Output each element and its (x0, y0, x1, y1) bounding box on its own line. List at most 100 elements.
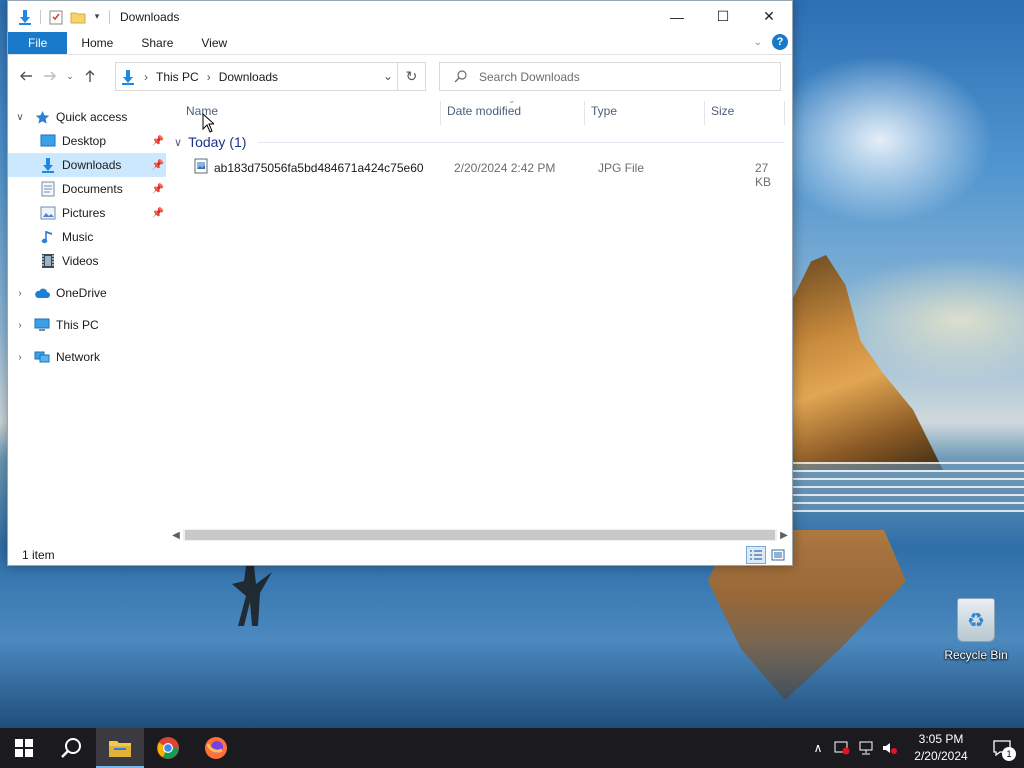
column-divider[interactable] (584, 101, 585, 125)
security-alert-icon[interactable] (830, 728, 854, 768)
properties-icon[interactable] (47, 8, 65, 26)
refresh-button[interactable]: ↻ (397, 63, 425, 90)
close-button[interactable]: ✕ (746, 1, 792, 32)
nav-item-label: Downloads (62, 158, 122, 172)
column-header-type[interactable]: Type (591, 97, 617, 125)
nav-item-pictures[interactable]: Pictures 📌 (8, 201, 166, 225)
search-button[interactable] (48, 728, 96, 768)
qat-dropdown-icon[interactable]: ▾ (91, 8, 103, 26)
search-icon (61, 738, 81, 758)
windows-logo-icon (15, 739, 33, 757)
downloads-arrow-icon (40, 157, 56, 173)
title-bar[interactable]: ▾ Downloads — ☐ ✕ (8, 1, 792, 32)
table-row[interactable]: ab183d75056fa5bd484671a424c75e60 2/20/20… (186, 157, 786, 189)
nav-item-documents[interactable]: Documents 📌 (8, 177, 166, 201)
nav-item-music[interactable]: Music (8, 225, 166, 249)
address-dropdown-icon[interactable]: ⌄ (383, 69, 393, 83)
taskbar-chrome[interactable] (144, 728, 192, 768)
nav-network[interactable]: › Network (8, 345, 166, 369)
nav-network-label: Network (56, 350, 101, 364)
tab-file[interactable]: File (8, 32, 68, 54)
show-hidden-icons-button[interactable]: ∧ (806, 728, 830, 768)
downloads-location-icon (122, 69, 134, 85)
address-bar[interactable]: › This PC › Downloads ⌄ ↻ (115, 62, 426, 91)
desktop-icon (40, 133, 56, 149)
expand-ribbon-icon[interactable]: ⌄ (754, 37, 762, 48)
nav-this-pc[interactable]: › This PC (8, 313, 166, 337)
large-icons-view-button[interactable] (768, 546, 788, 564)
nav-onedrive[interactable]: › OneDrive (8, 281, 166, 305)
breadcrumb-this-pc[interactable]: This PC (156, 70, 199, 84)
tab-home[interactable]: Home (67, 32, 127, 54)
forward-button[interactable] (38, 64, 62, 88)
tab-view[interactable]: View (187, 32, 241, 54)
nav-item-videos[interactable]: Videos (8, 249, 166, 273)
nav-item-desktop[interactable]: Desktop 📌 (8, 129, 166, 153)
documents-icon (40, 181, 56, 197)
recycle-bin-shortcut[interactable]: ♻ Recycle Bin (940, 598, 1012, 662)
tab-share[interactable]: Share (127, 32, 187, 54)
start-button[interactable] (0, 728, 48, 768)
pin-icon[interactable]: 📌 (152, 136, 164, 147)
taskbar-firefox[interactable] (192, 728, 240, 768)
wallpaper-surf (793, 462, 1024, 512)
expand-chevron-icon[interactable]: › (14, 320, 26, 331)
nav-quick-access[interactable]: ∨ Quick access (8, 105, 166, 129)
horizontal-scrollbar[interactable]: ◀ ▶ (169, 527, 791, 543)
column-divider[interactable] (704, 101, 705, 125)
breadcrumb: › This PC › Downloads (116, 69, 278, 85)
breadcrumb-downloads[interactable]: Downloads (219, 70, 278, 84)
column-headers: Name ⌄ Date modified Type Size (166, 95, 792, 125)
volume-muted-icon[interactable] (878, 728, 902, 768)
firefox-icon (205, 737, 227, 759)
search-placeholder: Search Downloads (479, 69, 580, 84)
view-buttons (746, 546, 788, 564)
group-header-today[interactable]: ∨ Today (1) (174, 133, 784, 151)
nav-this-pc-label: This PC (56, 318, 99, 332)
scroll-track[interactable] (183, 529, 777, 541)
column-header-size[interactable]: Size (711, 97, 734, 125)
qat-separator (40, 9, 41, 24)
clock[interactable]: 3:05 PM 2/20/2024 (902, 731, 980, 765)
navigation-pane: ∨ Quick access Desktop 📌 Downloads 📌 Doc… (8, 97, 166, 527)
ribbon-tabs: File Home Share View ⌄ ? (8, 32, 792, 55)
quick-access-toolbar: ▾ (8, 8, 112, 26)
chrome-icon (157, 737, 179, 759)
recent-locations-button[interactable]: ⌄ (62, 64, 78, 88)
new-folder-icon[interactable] (69, 8, 87, 26)
star-icon (34, 109, 50, 125)
scroll-thumb[interactable] (185, 530, 775, 540)
group-collapse-chevron-icon[interactable]: ∨ (174, 136, 182, 149)
collapse-chevron-icon[interactable]: ∨ (14, 112, 26, 123)
qat-separator (109, 9, 110, 24)
minimize-button[interactable]: — (654, 1, 700, 32)
details-view-button[interactable] (746, 546, 766, 564)
back-button[interactable] (14, 64, 38, 88)
scroll-right-icon[interactable]: ▶ (777, 530, 791, 541)
nav-item-downloads[interactable]: Downloads 📌 (8, 153, 166, 177)
nav-item-label: Videos (62, 254, 99, 268)
up-button[interactable] (78, 64, 102, 88)
action-center-button[interactable]: 1 (980, 728, 1024, 768)
breadcrumb-separator[interactable]: › (144, 70, 148, 84)
column-divider[interactable] (440, 101, 441, 125)
pin-icon[interactable]: 📌 (152, 160, 164, 171)
clock-time: 3:05 PM (918, 732, 964, 746)
help-icon[interactable]: ? (772, 34, 788, 50)
search-box[interactable]: Search Downloads (439, 62, 781, 91)
wallpaper-rock (793, 255, 943, 470)
taskbar-file-explorer[interactable] (96, 728, 144, 768)
breadcrumb-separator[interactable]: › (207, 70, 211, 84)
maximize-button[interactable]: ☐ (700, 1, 746, 32)
file-size: 27 KB (755, 161, 772, 189)
network-status-icon[interactable] (854, 728, 878, 768)
column-header-date[interactable]: Date modified (447, 97, 521, 125)
pin-icon[interactable]: 📌 (152, 208, 164, 219)
column-divider[interactable] (784, 101, 785, 125)
scroll-left-icon[interactable]: ◀ (169, 530, 183, 541)
pin-icon[interactable]: 📌 (152, 184, 164, 195)
expand-chevron-icon[interactable]: › (14, 352, 26, 363)
expand-chevron-icon[interactable]: › (14, 288, 26, 299)
back-arrow-icon (20, 71, 32, 81)
large-icons-view-icon (771, 549, 785, 561)
